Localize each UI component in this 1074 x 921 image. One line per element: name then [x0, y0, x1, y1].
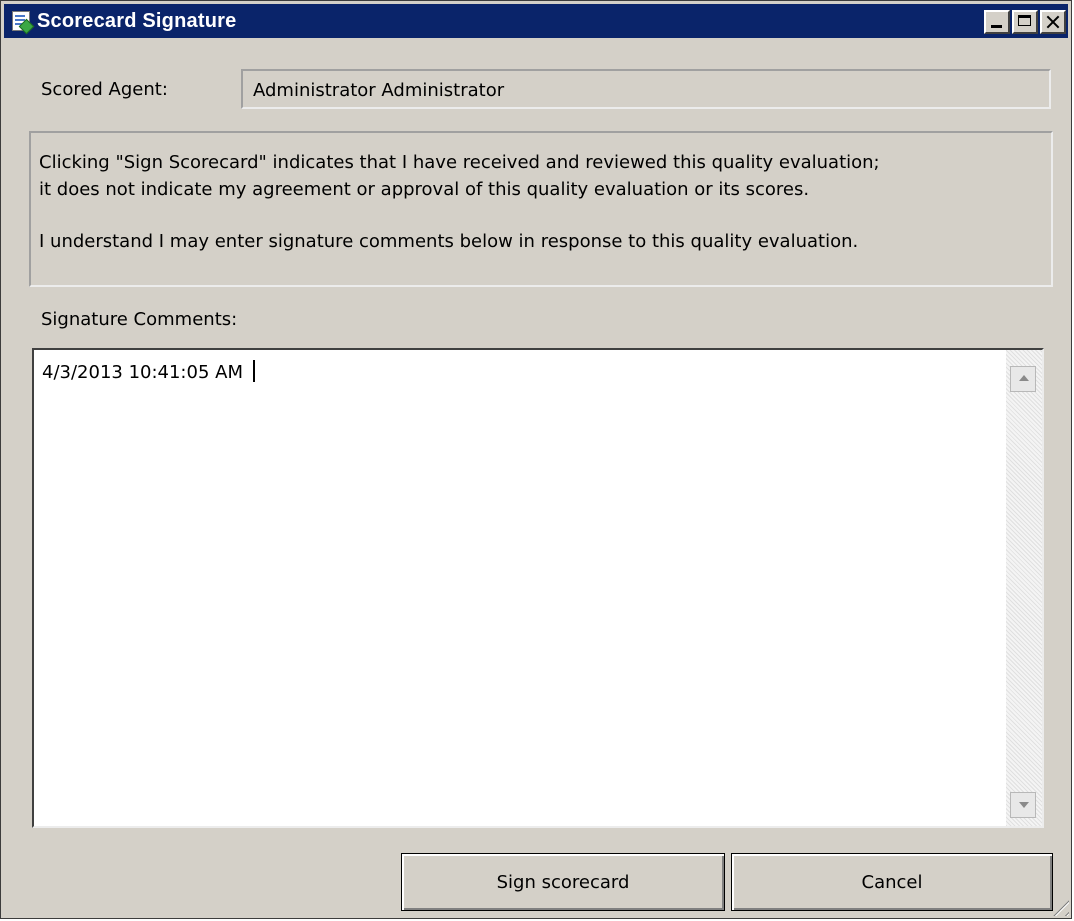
document-edit-icon	[12, 11, 30, 31]
scored-agent-field: Administrator Administrator	[241, 69, 1051, 109]
sign-scorecard-button[interactable]: Sign scorecard	[401, 853, 725, 911]
scored-agent-label: Scored Agent:	[41, 79, 168, 100]
close-icon[interactable]	[1040, 10, 1066, 34]
cancel-button[interactable]: Cancel	[731, 853, 1053, 911]
minimize-icon[interactable]	[984, 10, 1010, 34]
text-caret	[252, 360, 255, 382]
maximize-icon[interactable]	[1012, 10, 1038, 34]
scroll-down-icon[interactable]	[1010, 792, 1036, 818]
signature-comments-input[interactable]: 4/3/2013 10:41:05 AM	[32, 348, 1044, 828]
notice-line-2: it does not indicate my agreement or app…	[39, 179, 810, 200]
signature-notice: Clicking "Sign Scorecard" indicates that…	[29, 131, 1053, 287]
title-bar[interactable]: Scorecard Signature	[4, 4, 1068, 38]
notice-paragraph-1: Clicking "Sign Scorecard" indicates that…	[39, 149, 1051, 203]
signature-comments-label: Signature Comments:	[41, 309, 238, 330]
notice-paragraph-2: I understand I may enter signature comme…	[39, 231, 859, 252]
window-controls	[982, 10, 1066, 34]
scorecard-signature-dialog: Scorecard Signature Scored Agent: Admini…	[0, 0, 1072, 919]
comments-value: 4/3/2013 10:41:05 AM	[42, 362, 243, 383]
vertical-scrollbar[interactable]	[1006, 350, 1042, 826]
notice-line-1: Clicking "Sign Scorecard" indicates that…	[39, 152, 880, 173]
window-title: Scorecard Signature	[37, 9, 237, 32]
comments-text[interactable]: 4/3/2013 10:41:05 AM	[42, 360, 255, 383]
scroll-up-icon[interactable]	[1010, 366, 1036, 392]
